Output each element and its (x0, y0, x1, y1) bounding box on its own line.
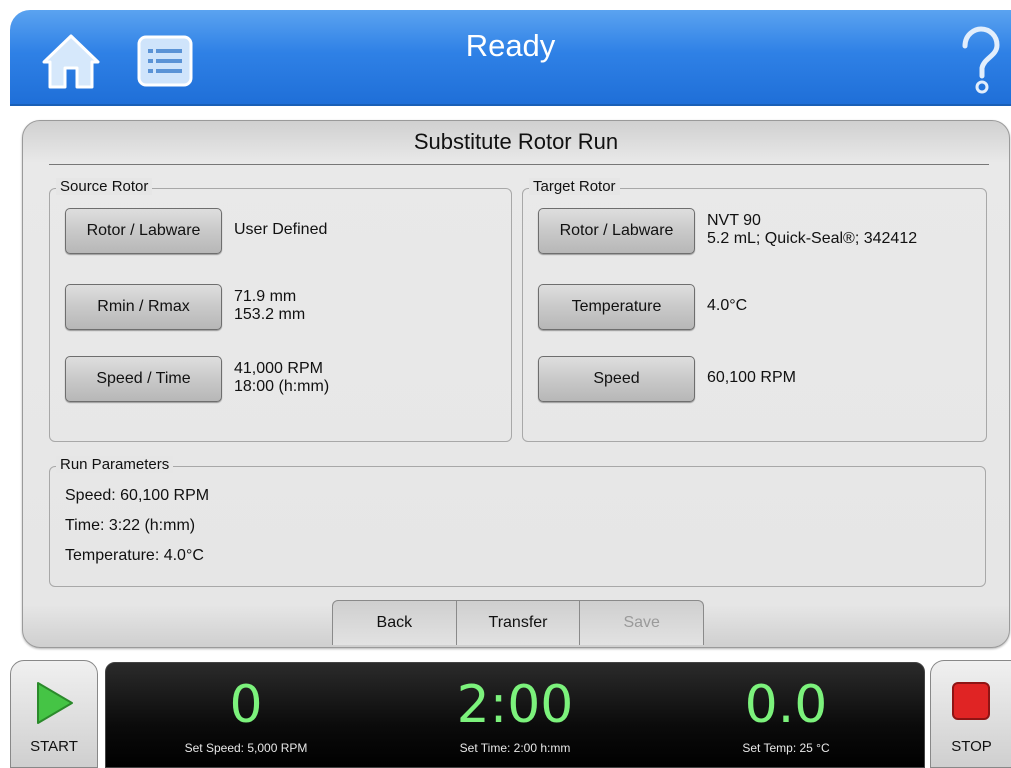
temp-readout: 0.0 (744, 675, 828, 735)
source-rotor-button-2[interactable]: Rmin / Rmax (65, 284, 222, 330)
target-rotor-button-1[interactable]: Rotor / Labware (538, 208, 695, 254)
value-line: 5.2 mL; Quick-Seal®; 342412 (707, 230, 918, 247)
time-readout: 2:00 (456, 675, 574, 735)
target-rotor-value-1: NVT 90 5.2 mL; Quick-Seal®; 342412 (707, 212, 917, 248)
stop-button[interactable]: STOP (930, 660, 1011, 768)
help-icon[interactable] (957, 26, 1001, 96)
set-time-label: Set Time: 2:00 h:mm (459, 741, 571, 755)
stop-label: STOP (951, 738, 992, 755)
source-rotor-group: Source Rotor Rotor / Labware User Defined… (49, 178, 512, 442)
target-rotor-button-2[interactable]: Temperature (538, 284, 695, 330)
value-line: 41,000 RPM (234, 360, 323, 377)
value-line: 18:00 (h:mm) (234, 378, 330, 395)
value-line: 60,100 RPM (707, 369, 796, 386)
target-rotor-group: Target Rotor Rotor / Labware NVT 90 5.2 mL… (522, 178, 987, 442)
source-rotor-button-1[interactable]: Rotor / Labware (65, 208, 222, 254)
tab-back[interactable]: Back (333, 601, 457, 645)
start-button[interactable]: START (10, 660, 98, 768)
target-rotor-label: Target Rotor (529, 178, 620, 195)
run-status-display: 0 Set Speed: 5,000 RPM 2:00 Set Time: 2:… (105, 662, 925, 768)
stop-square-icon (952, 682, 990, 720)
run-parameter-line: Temperature: 4.0°C (65, 547, 204, 564)
source-rotor-button-3[interactable]: Speed / Time (65, 356, 222, 402)
target-rotor-value-2: 4.0°C (707, 297, 747, 315)
header-bar: Ready (10, 10, 1011, 106)
value-line: 153.2 mm (234, 306, 306, 323)
action-tabs: Back Transfer Save (332, 600, 704, 645)
run-parameter-line: Time: 3:22 (h:mm) (65, 517, 196, 534)
page-title: Substitute Rotor Run (413, 129, 619, 154)
set-temp-label: Set Temp: 25 °C (742, 741, 830, 755)
substitute-rotor-panel: Substitute Rotor Run Source Rotor Rotor … (22, 120, 1010, 648)
source-rotor-value-3: 41,000 RPM 18:00 (h:mm) (234, 360, 329, 396)
value-line: NVT 90 (707, 212, 761, 229)
play-icon (37, 682, 73, 724)
status-title: Ready (465, 28, 556, 63)
target-rotor-value-3: 60,100 RPM (707, 369, 796, 387)
value-line: User Defined (234, 221, 328, 238)
run-parameter-line: Speed: 60,100 RPM (65, 487, 210, 504)
tab-transfer[interactable]: Transfer (457, 601, 581, 645)
source-rotor-value-1: User Defined (234, 221, 327, 239)
run-parameters-label: Run Parameters (56, 456, 174, 473)
source-rotor-value-2: 71.9 mm 153.2 mm (234, 288, 305, 324)
source-rotor-label: Source Rotor (56, 178, 153, 195)
value-line: 4.0°C (707, 297, 748, 314)
set-speed-label: Set Speed: 5,000 RPM (184, 741, 308, 755)
title-divider (49, 164, 989, 165)
tab-save: Save (623, 614, 660, 631)
speed-readout: 0 (229, 675, 263, 735)
start-label: START (30, 738, 78, 755)
target-rotor-button-3[interactable]: Speed (538, 356, 695, 402)
run-parameters-group: Run Parameters Speed: 60,100 RPM Time: 3:… (49, 456, 986, 587)
value-line: 71.9 mm (234, 288, 297, 305)
